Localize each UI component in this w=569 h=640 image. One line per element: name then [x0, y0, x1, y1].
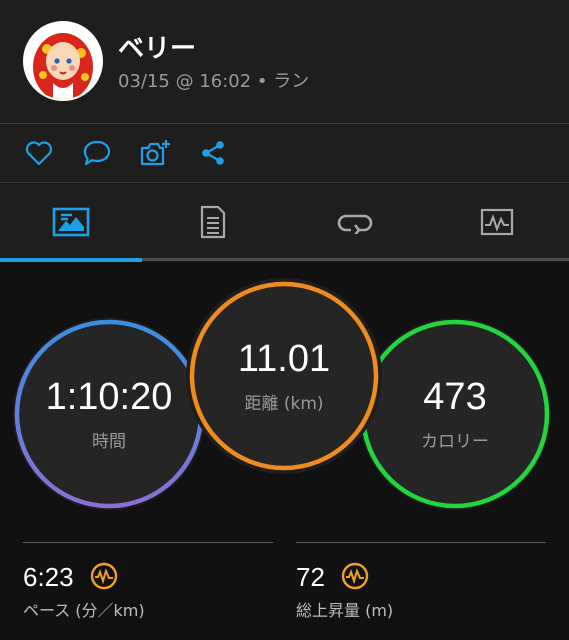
distance-value: 11.01 [237, 338, 331, 380]
divider [0, 182, 569, 183]
overview-icon [52, 207, 90, 237]
tab-bar [0, 184, 569, 262]
tab-charts[interactable] [426, 184, 568, 260]
calories-value: 473 [423, 376, 487, 418]
performance-icon [90, 562, 118, 590]
document-icon [200, 205, 226, 239]
user-name[interactable]: ベリー [118, 28, 196, 65]
activity-header: ベリー 03/15 @ 16:02 • ラン [0, 0, 569, 123]
matryoshka-doll-icon [25, 23, 101, 99]
share-button[interactable] [197, 137, 229, 169]
elevation-divider [296, 542, 546, 543]
comment-button[interactable] [81, 137, 113, 169]
time-value: 1:10:20 [45, 376, 173, 418]
elevation-label: 総上昇量 (m) [296, 601, 394, 620]
camera-plus-icon [140, 140, 170, 166]
avatar[interactable] [23, 21, 103, 101]
like-button[interactable] [23, 137, 55, 169]
action-bar [0, 124, 569, 182]
pace-divider [23, 542, 273, 543]
chart-icon [480, 208, 514, 236]
distance-stat: 11.01 距離 (km) [192, 284, 376, 468]
laps-icon [337, 214, 373, 234]
calories-label: カロリー [421, 432, 489, 452]
tab-details[interactable] [142, 184, 284, 260]
tab-laps[interactable] [284, 184, 426, 260]
bottom-stats [0, 532, 569, 640]
tab-overview[interactable] [0, 184, 142, 260]
pace-label: ペース (分／km) [23, 601, 145, 620]
time-stat: 1:10:20 時間 [17, 322, 201, 506]
comment-icon [83, 140, 111, 166]
add-photo-button[interactable] [139, 137, 171, 169]
pace-value: 6:23 [23, 562, 74, 592]
heart-icon [25, 141, 53, 166]
activity-meta: 03/15 @ 16:02 • ラン [118, 71, 310, 92]
elevation-value: 72 [296, 562, 325, 592]
distance-label: 距離 (km) [244, 394, 324, 414]
performance-icon [341, 562, 369, 590]
time-label: 時間 [92, 432, 126, 452]
share-icon [202, 141, 224, 165]
calories-stat: 473 カロリー [363, 322, 547, 506]
